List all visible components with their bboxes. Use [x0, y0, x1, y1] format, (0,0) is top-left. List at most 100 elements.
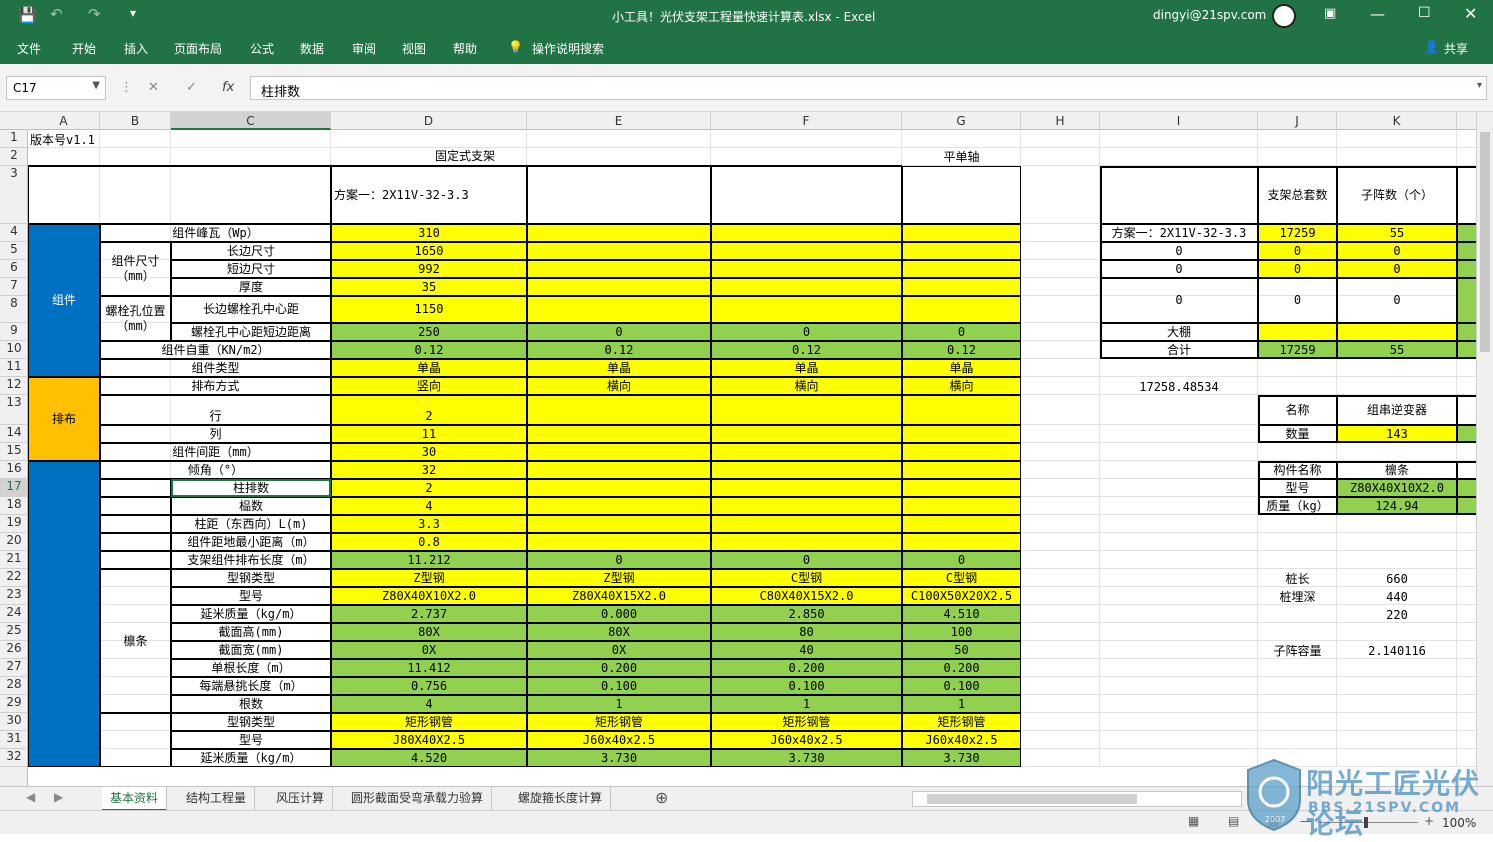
cell-d6[interactable]: 992 [331, 260, 527, 278]
h-scroll-thumb[interactable] [927, 794, 1137, 804]
cell-g21[interactable]: 0 [902, 551, 1021, 569]
cell-k4[interactable]: 55 [1337, 224, 1457, 242]
cell-j4[interactable]: 17259 [1258, 224, 1337, 242]
cell-f12[interactable]: 横向 [711, 377, 902, 395]
vertical-scrollbar[interactable] [1476, 112, 1493, 786]
cell-[interactable] [902, 533, 1021, 551]
tab-file[interactable]: 文件 [17, 40, 41, 57]
cell-d17[interactable]: 2 [331, 479, 527, 497]
cell-c16[interactable]: 倾角（°） [100, 461, 331, 479]
cell-k13[interactable]: 组串逆变器 [1337, 395, 1457, 425]
tell-me-search[interactable]: 操作说明搜索 [532, 40, 604, 57]
cell-[interactable] [100, 479, 171, 497]
cell-g28[interactable]: 0.100 [902, 677, 1021, 695]
cell-i9[interactable]: 大棚 [1100, 323, 1258, 341]
cell-c10[interactable]: 组件自重（KN/m2） [100, 341, 331, 359]
cell-[interactable] [1258, 323, 1337, 341]
cell-[interactable] [902, 166, 1021, 224]
cell-f24[interactable]: 2.850 [711, 605, 902, 623]
cell-[interactable] [902, 497, 1021, 515]
minimize-icon[interactable]: — [1370, 5, 1385, 23]
cell-d27[interactable]: 11.412 [331, 659, 527, 677]
cell-[interactable] [902, 242, 1021, 260]
cell-d25[interactable]: 80X [331, 623, 527, 641]
cell-g9[interactable]: 0 [902, 323, 1021, 341]
row-header-8[interactable]: 8 [0, 296, 27, 323]
cell-c12[interactable]: 排布方式 [100, 377, 331, 395]
cell-d29[interactable]: 4 [331, 695, 527, 713]
cell-[interactable] [711, 278, 902, 296]
cell-e9[interactable]: 0 [527, 323, 711, 341]
cell-[interactable] [902, 395, 1021, 425]
cell-[interactable] [902, 443, 1021, 461]
cell-[interactable] [28, 461, 100, 767]
cell-j3[interactable]: 支架总套数 [1258, 166, 1337, 224]
cell-[interactable] [902, 479, 1021, 497]
cell-j13[interactable]: 名称 [1258, 395, 1337, 425]
avatar[interactable] [1272, 4, 1296, 28]
cell-e23[interactable]: Z80X40X15X2.0 [527, 587, 711, 605]
cell-f27[interactable]: 0.200 [711, 659, 902, 677]
cell-[interactable] [527, 260, 711, 278]
cell-i8[interactable]: 0 [1100, 278, 1258, 323]
cell-[interactable] [711, 224, 902, 242]
cell-d22[interactable]: Z型钢 [331, 569, 527, 587]
cell-b8[interactable]: 螺栓孔位置（mm） [100, 296, 171, 341]
cell-k16[interactable]: 檩条 [1337, 461, 1457, 479]
cell-g23[interactable]: C100X50X20X2.5 [902, 587, 1021, 605]
cell-g27[interactable]: 0.200 [902, 659, 1021, 677]
cell-b5[interactable]: 组件尺寸（mm） [100, 242, 171, 296]
cell-[interactable] [711, 395, 902, 425]
cell-f10[interactable]: 0.12 [711, 341, 902, 359]
cell-[interactable] [527, 224, 711, 242]
cell-d28[interactable]: 0.756 [331, 677, 527, 695]
cell-g25[interactable]: 100 [902, 623, 1021, 641]
cell-c5[interactable]: 长边尺寸 [171, 242, 331, 260]
cell-d18[interactable]: 4 [331, 497, 527, 515]
prev-sheet-icon[interactable]: ◀ [26, 790, 35, 804]
cell-j16[interactable]: 构件名称 [1258, 461, 1337, 479]
cell-f29[interactable]: 1 [711, 695, 902, 713]
cell-d31[interactable]: J80X40X2.5 [331, 731, 527, 749]
column-header-j[interactable]: J [1258, 112, 1337, 130]
worksheet-grid[interactable]: 版本号v1.1 固定式支架 平单轴 方案一：2X11V-32-3.3 组件 排布 组件峰瓦（… [28, 130, 1480, 786]
cell-e30[interactable]: 矩形钢管 [527, 713, 711, 731]
cell-e31[interactable]: J60x40x2.5 [527, 731, 711, 749]
cell-k5[interactable]: 0 [1337, 242, 1457, 260]
cell-c23[interactable]: 型号 [171, 587, 331, 605]
cell-c27[interactable]: 单根长度（m） [171, 659, 331, 677]
scroll-thumb[interactable] [1480, 132, 1490, 352]
cell-[interactable] [100, 551, 171, 569]
normal-view-icon[interactable]: ▦ [1188, 814, 1199, 828]
cell-[interactable] [527, 515, 711, 533]
cell-d13[interactable]: 2 [331, 395, 527, 425]
cell-[interactable] [902, 461, 1021, 479]
cell-c30[interactable]: 型钢类型 [171, 713, 331, 731]
cell-k14[interactable]: 143 [1337, 425, 1457, 443]
sheet-tab-spiral[interactable]: 螺旋箍长度计算 [510, 787, 612, 811]
column-header-d[interactable]: D [331, 112, 527, 130]
cell-[interactable] [711, 242, 902, 260]
cell-[interactable] [711, 166, 902, 224]
cell-i4[interactable]: 方案一：2X11V-32-3.3 [1100, 224, 1258, 242]
cell-d16[interactable]: 32 [331, 461, 527, 479]
cell-k24[interactable]: 220 [1337, 605, 1457, 623]
cell-[interactable] [100, 497, 171, 515]
cell-f28[interactable]: 0.100 [711, 677, 902, 695]
row-header-3[interactable]: 3 [0, 166, 27, 224]
close-icon[interactable]: ✕ [1464, 4, 1477, 23]
cell-f22[interactable]: C型钢 [711, 569, 902, 587]
undo-icon[interactable]: ↶ [50, 5, 63, 23]
cell-[interactable] [527, 166, 711, 224]
cell-c31[interactable]: 型号 [171, 731, 331, 749]
cell-[interactable] [527, 296, 711, 323]
name-box[interactable]: C17 ▼ [6, 76, 106, 100]
cell-i5[interactable]: 0 [1100, 242, 1258, 260]
cell-g10[interactable]: 0.12 [902, 341, 1021, 359]
column-header-e[interactable]: E [527, 112, 711, 130]
cell-e28[interactable]: 0.100 [527, 677, 711, 695]
cell-c32[interactable]: 延米质量（kg/m） [171, 749, 331, 767]
cell-d5[interactable]: 1650 [331, 242, 527, 260]
cell-f32[interactable]: 3.730 [711, 749, 902, 767]
cell-c24[interactable]: 延米质量（kg/m） [171, 605, 331, 623]
